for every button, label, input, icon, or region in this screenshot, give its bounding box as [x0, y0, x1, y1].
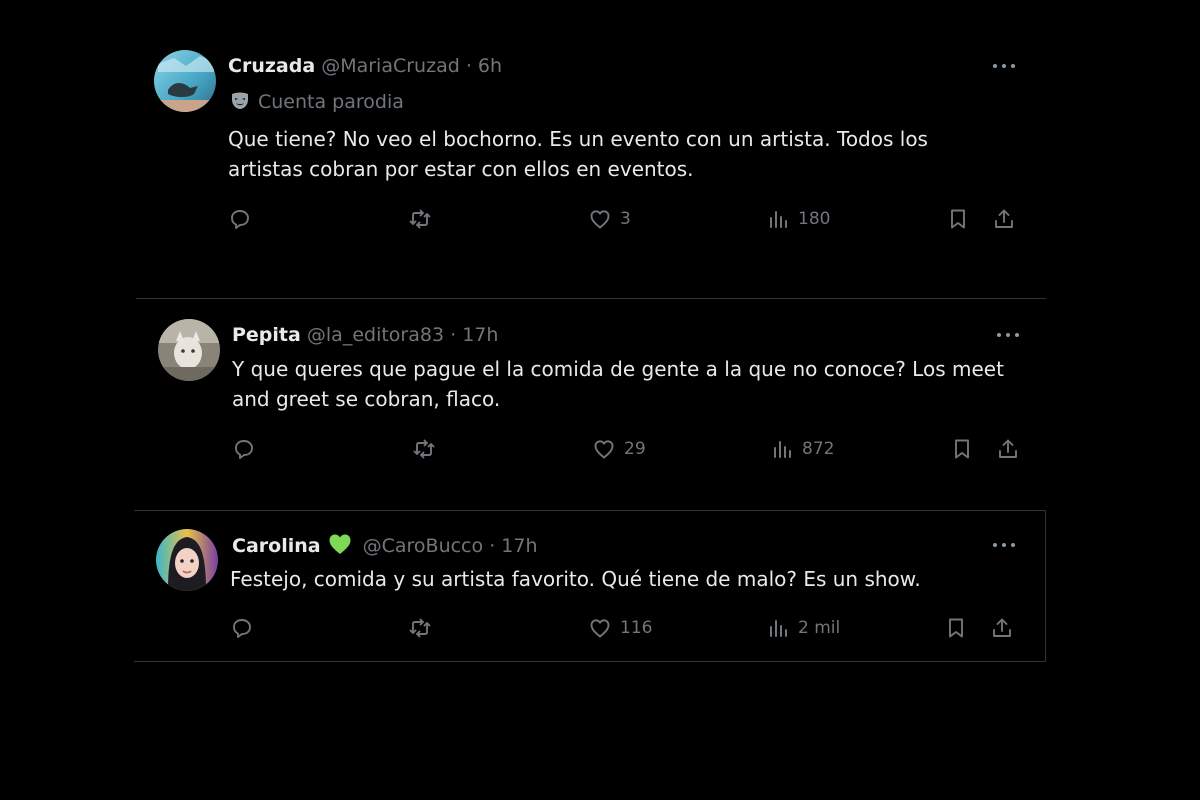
timestamp[interactable]: 6h — [478, 55, 502, 77]
repost-button[interactable] — [408, 615, 432, 641]
view-count: 872 — [802, 439, 835, 459]
views-icon — [770, 211, 787, 228]
views-button[interactable]: 180 — [766, 206, 830, 232]
like-count: 116 — [620, 618, 653, 638]
tweet-2[interactable]: Pepita @la_editora83 · 17h Y que queres … — [136, 298, 1046, 510]
view-count: 180 — [798, 209, 831, 229]
share-button[interactable] — [992, 206, 1016, 232]
parody-mask-icon — [232, 92, 248, 109]
like-icon — [590, 210, 610, 229]
reply-icon — [235, 440, 253, 459]
share-icon — [995, 209, 1013, 228]
action-bar: 29 872 — [232, 436, 1032, 462]
tweet-header: Carolina @CaroBucco · 17h — [232, 533, 538, 558]
share-button[interactable] — [996, 436, 1020, 462]
more-icon[interactable] — [997, 329, 1023, 341]
tweet-text: Y que queres que pague el la comida de g… — [232, 357, 1004, 411]
timestamp[interactable]: 17h — [462, 324, 498, 346]
share-button[interactable] — [990, 615, 1014, 641]
tweet-1[interactable]: Cruzada @MariaCruzad · 6h Cuenta parodia… — [136, 40, 1046, 298]
share-icon — [993, 618, 1011, 637]
tweet-header: Pepita @la_editora83 · 17h — [232, 323, 498, 347]
like-count: 29 — [624, 439, 646, 459]
tweet-text: Festejo, comida y su artista favorito. Q… — [230, 567, 921, 591]
display-name[interactable]: Pepita — [232, 324, 301, 346]
bookmark-icon — [955, 439, 969, 459]
display-name[interactable]: Cruzada — [228, 55, 315, 77]
like-icon — [594, 440, 614, 459]
bookmark-icon — [949, 618, 963, 638]
user-handle[interactable]: @la_editora83 — [307, 324, 444, 346]
views-button[interactable]: 872 — [770, 436, 834, 462]
tweet-header: Cruzada @MariaCruzad · 6h — [228, 54, 502, 78]
share-icon — [999, 439, 1017, 458]
tweet-text: Que tiene? No veo el bochorno. Es un eve… — [228, 127, 928, 181]
avatar[interactable] — [154, 50, 216, 112]
parody-text: Cuenta parodia — [258, 91, 404, 113]
repost-icon — [409, 209, 431, 229]
green-heart-icon — [329, 534, 351, 554]
reply-icon — [233, 619, 251, 638]
reply-button[interactable] — [230, 615, 254, 641]
like-icon — [590, 619, 610, 638]
reply-button[interactable] — [232, 436, 256, 462]
repost-button[interactable] — [408, 206, 432, 232]
reply-thread: Cruzada @MariaCruzad · 6h Cuenta parodia… — [0, 0, 1200, 800]
bookmark-button[interactable] — [950, 436, 974, 462]
reply-button[interactable] — [228, 206, 252, 232]
more-icon[interactable] — [993, 539, 1019, 551]
avatar-image — [156, 529, 218, 591]
repost-button[interactable] — [412, 436, 436, 462]
avatar-image — [158, 319, 220, 381]
avatar[interactable] — [158, 319, 220, 381]
more-icon[interactable] — [993, 60, 1019, 72]
like-button[interactable]: 29 — [592, 436, 646, 462]
user-handle[interactable]: @CaroBucco — [363, 535, 484, 557]
action-bar: 116 2 mil — [230, 615, 1030, 641]
user-handle[interactable]: @MariaCruzad — [321, 55, 460, 77]
like-button[interactable]: 3 — [588, 206, 631, 232]
repost-icon — [413, 439, 435, 459]
separator-dot: · — [465, 55, 472, 77]
bookmark-button[interactable] — [946, 206, 970, 232]
views-icon — [774, 441, 791, 458]
avatar[interactable] — [156, 529, 218, 591]
avatar-image — [154, 50, 216, 112]
repost-icon — [409, 618, 431, 638]
separator-dot: · — [450, 324, 457, 346]
like-button[interactable]: 116 — [588, 615, 652, 641]
bookmark-icon — [951, 209, 965, 229]
reply-icon — [231, 210, 249, 229]
action-bar: 3 180 — [228, 206, 1028, 232]
display-name[interactable]: Carolina — [232, 535, 321, 557]
parody-label: Cuenta parodia — [230, 90, 404, 114]
tweet-3[interactable]: Carolina @CaroBucco · 17h Festejo, comid… — [134, 510, 1046, 662]
view-count: 2 mil — [798, 618, 841, 638]
separator-dot: · — [489, 535, 496, 557]
bookmark-button[interactable] — [944, 615, 968, 641]
timestamp[interactable]: 17h — [501, 535, 537, 557]
views-button[interactable]: 2 mil — [766, 615, 840, 641]
like-count: 3 — [620, 209, 631, 229]
views-icon — [770, 620, 787, 637]
